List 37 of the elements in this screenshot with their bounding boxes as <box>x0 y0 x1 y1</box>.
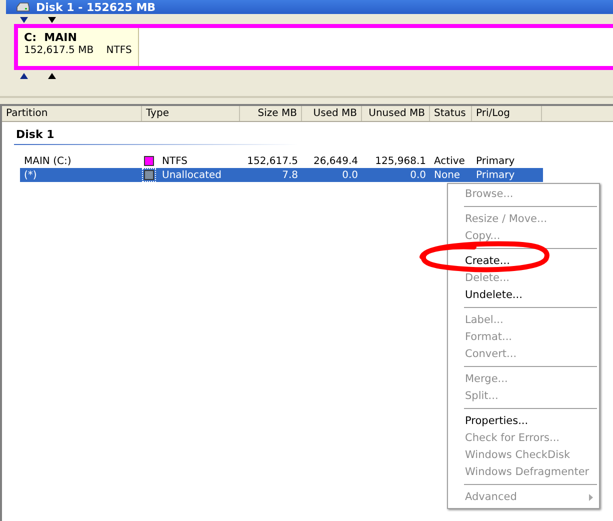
column-header[interactable]: Partition <box>2 106 142 121</box>
table-cell-text: 0.0 <box>341 170 359 180</box>
table-cell-text: (*) <box>23 170 38 180</box>
window-title: Disk 1 - 152625 MB <box>36 0 156 14</box>
partition-size: 152,617.5 MB NTFS <box>24 45 132 56</box>
table-cell-text: Primary <box>475 156 516 166</box>
table-cell-text: 125,968.1 <box>374 156 427 166</box>
partition-block[interactable]: C: MAIN 152,617.5 MB NTFS <box>18 28 139 66</box>
disk-group-heading: Disk 1 <box>14 126 298 145</box>
table-cell: Unallocated <box>162 170 222 180</box>
menu-item[interactable]: Properties... <box>448 413 599 430</box>
menu-item[interactable]: Create... <box>448 253 599 270</box>
start-marker-icon <box>20 73 28 79</box>
column-header[interactable]: Size MB <box>240 106 302 121</box>
column-header[interactable]: Unused MB <box>362 106 430 121</box>
table-cell-text: Active <box>433 156 466 166</box>
table-cell-text: 0.0 <box>409 170 427 180</box>
end-marker-icon <box>48 17 56 23</box>
table-cell-text: Primary <box>475 170 516 180</box>
partition-name: C: MAIN <box>24 31 78 44</box>
column-header[interactable]: Used MB <box>302 106 362 121</box>
table-cell: NTFS <box>162 156 188 166</box>
end-marker-icon <box>48 73 56 79</box>
table-cell-text: MAIN (C:) <box>23 156 72 166</box>
disk-map-bar[interactable]: C: MAIN 152,617.5 MB NTFS <box>14 24 613 70</box>
partition-row[interactable]: MAIN (C:) NTFS 152,617.5 26,649.4 125,968.1 Active Primary <box>20 154 543 168</box>
table-cell-text: 26,649.4 <box>312 156 359 166</box>
disk-drive-icon <box>16 2 30 12</box>
submenu-arrow-icon <box>589 494 593 501</box>
column-header[interactable]: Status <box>430 106 472 121</box>
table-cell-text: None <box>433 170 462 180</box>
table-cell-text: 7.8 <box>281 170 299 180</box>
column-header[interactable]: Pri/Log <box>472 106 542 121</box>
table-cell-text: 152,617.5 <box>246 156 299 166</box>
menu-item[interactable]: Undelete... <box>448 287 599 304</box>
column-header[interactable]: Type <box>142 106 240 121</box>
partition-row[interactable]: (*) Unallocated 7.8 0.0 0.0 None Primary <box>20 168 543 182</box>
